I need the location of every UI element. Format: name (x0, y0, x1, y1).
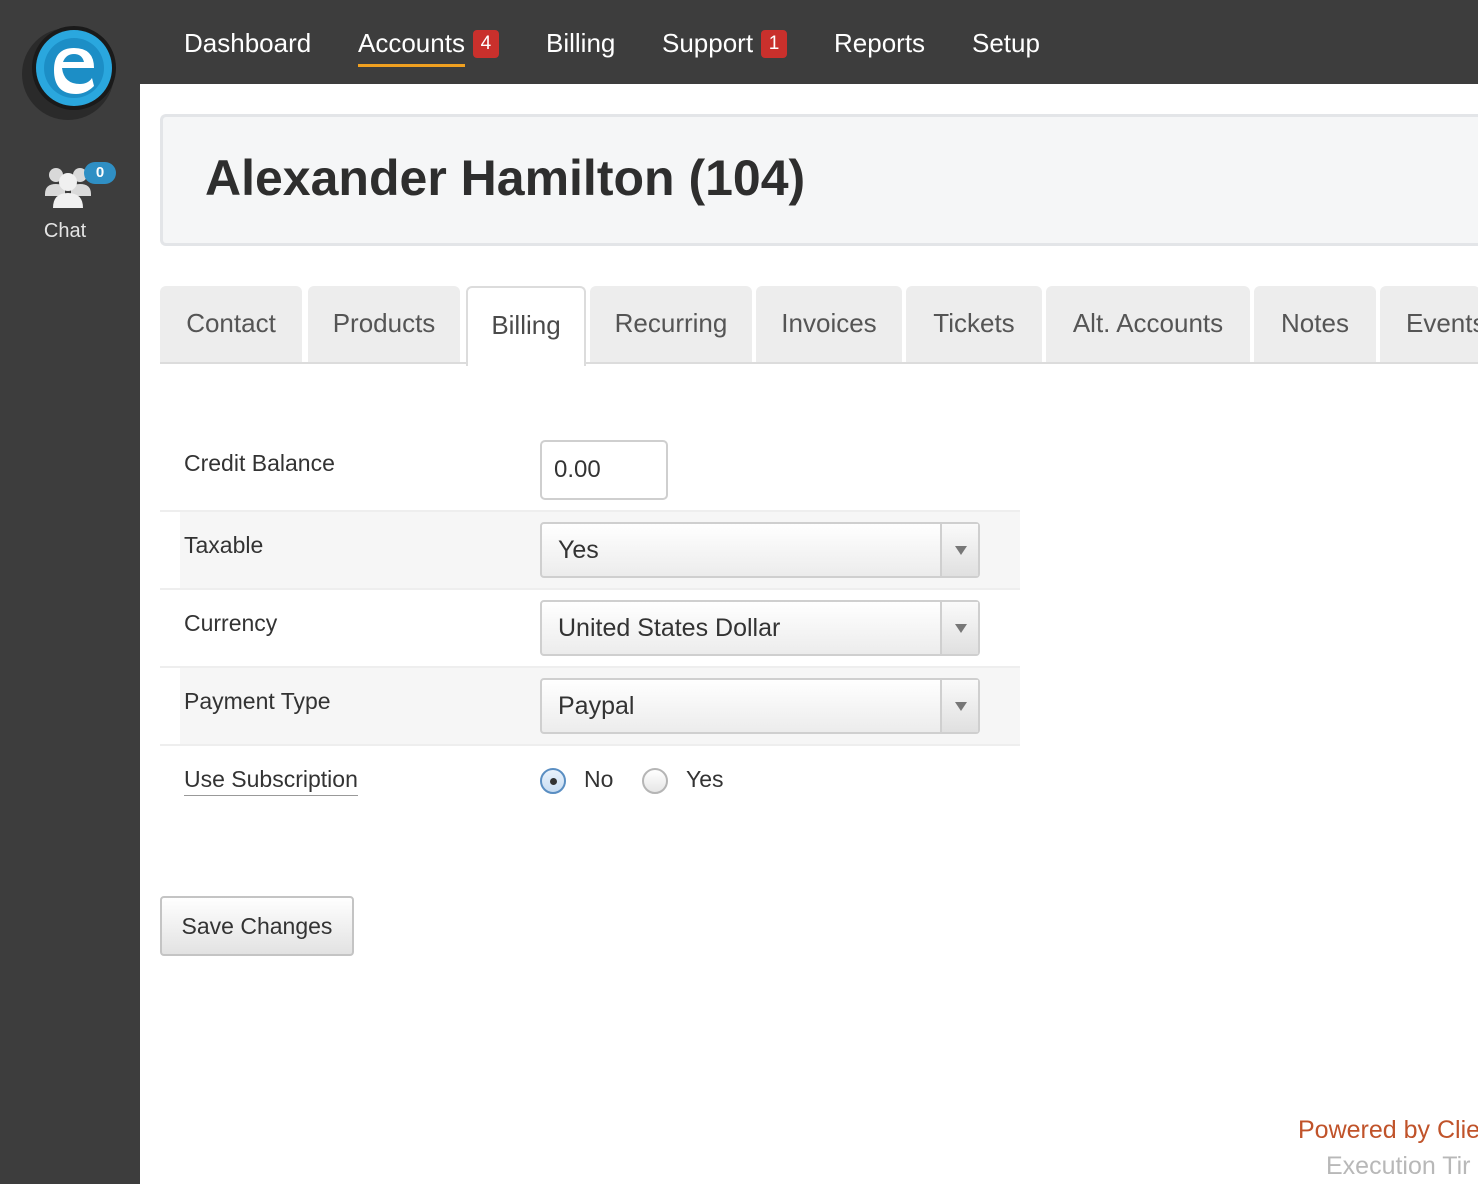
subscription-no-radio[interactable] (540, 768, 566, 794)
chevron-down-icon (940, 524, 978, 576)
nav-dashboard[interactable]: Dashboard (184, 26, 311, 60)
nav-label: Support (662, 28, 754, 58)
nav-setup[interactable]: Setup (972, 26, 1040, 60)
e-logo-icon[interactable] (22, 20, 118, 124)
credit-balance-row: Credit Balance 0.00 (160, 424, 1020, 512)
tab-alt-accounts[interactable]: Alt. Accounts (1046, 286, 1250, 362)
currency-select[interactable]: United States Dollar (540, 600, 980, 656)
currency-row: Currency United States Dollar (160, 590, 1020, 668)
account-header: Alexander Hamilton (104) (160, 114, 1478, 246)
tab-notes[interactable]: Notes (1254, 286, 1376, 362)
use-subscription-label[interactable]: Use Subscription (184, 766, 358, 796)
payment-type-label: Payment Type (184, 688, 331, 714)
support-count-badge: 1 (761, 30, 788, 58)
chat-count-badge: 0 (84, 162, 116, 184)
accounts-count-badge: 4 (472, 30, 499, 58)
tab-events[interactable]: Events (1380, 286, 1478, 362)
nav-reports[interactable]: Reports (834, 26, 925, 60)
tab-tickets[interactable]: Tickets (906, 286, 1042, 362)
sidebar: 0 Chat (0, 0, 140, 1184)
tab-contact[interactable]: Contact (160, 286, 302, 362)
chat-widget[interactable]: 0 Chat (0, 162, 128, 243)
tab-products[interactable]: Products (308, 286, 460, 362)
subscription-no-label[interactable]: No (584, 766, 613, 793)
execution-time-text: Execution Tir (1326, 1152, 1471, 1180)
taxable-label: Taxable (184, 532, 264, 558)
currency-selected-value: United States Dollar (558, 614, 781, 642)
use-subscription-row: Use Subscription No Yes (160, 746, 1020, 824)
credit-balance-input[interactable]: 0.00 (540, 440, 668, 500)
nav-label: Setup (972, 28, 1040, 58)
taxable-select[interactable]: Yes (540, 522, 980, 578)
payment-type-selected-value: Paypal (558, 692, 635, 720)
nav-label: Reports (834, 28, 926, 58)
page-title: Alexander Hamilton (104) (205, 150, 806, 206)
save-changes-button[interactable]: Save Changes (160, 896, 354, 956)
nav-support[interactable]: Support 1 (662, 26, 788, 60)
nav-billing[interactable]: Billing (546, 26, 615, 60)
taxable-row: Taxable Yes (160, 512, 1020, 590)
powered-by-link[interactable]: Powered by Clie (1298, 1116, 1478, 1145)
credit-balance-label: Credit Balance (184, 450, 335, 476)
taxable-selected-value: Yes (558, 536, 599, 564)
currency-label: Currency (184, 610, 278, 636)
main-content: Alexander Hamilton (104) Contact Product… (140, 84, 1478, 1184)
nav-accounts[interactable]: Accounts 4 (358, 26, 499, 67)
nav-label: Dashboard (184, 28, 312, 58)
tab-billing[interactable]: Billing (466, 286, 586, 366)
payment-type-select[interactable]: Paypal (540, 678, 980, 734)
subscription-yes-radio[interactable] (642, 768, 668, 794)
tab-invoices[interactable]: Invoices (756, 286, 902, 362)
chevron-down-icon (940, 602, 978, 654)
tab-recurring[interactable]: Recurring (590, 286, 752, 362)
chevron-down-icon (940, 680, 978, 732)
account-tabs: Contact Products Billing Recurring Invoi… (160, 286, 1478, 366)
nav-label: Accounts (358, 28, 465, 58)
chat-label: Chat (43, 220, 87, 242)
payment-type-row: Payment Type Paypal (160, 668, 1020, 746)
subscription-yes-label[interactable]: Yes (686, 766, 724, 793)
top-navigation: Dashboard Accounts 4 Billing Support 1 Rep… (140, 0, 1478, 84)
nav-label: Billing (546, 28, 616, 58)
